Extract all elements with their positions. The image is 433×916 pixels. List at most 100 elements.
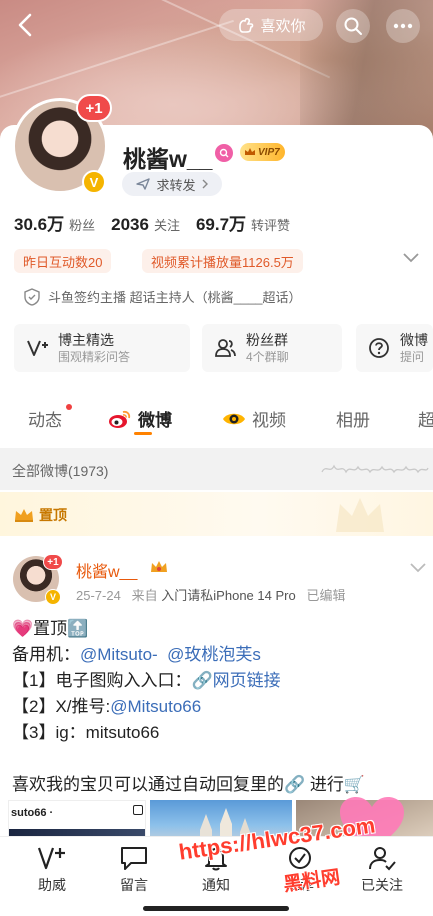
text-segment: 【2】X/推号: bbox=[12, 697, 111, 716]
nav-label: 通知 bbox=[202, 877, 230, 893]
back-button[interactable] bbox=[10, 10, 40, 40]
more-icon bbox=[393, 23, 413, 29]
post-meta: 25-7-24 来自 入门请私iPhone 14 Pro 已编辑 bbox=[76, 585, 346, 604]
shield-icon bbox=[24, 287, 40, 306]
cheer-button[interactable]: 助威 bbox=[22, 845, 82, 895]
profile-name: 桃酱w__ bbox=[123, 146, 213, 172]
verified-icon: V bbox=[82, 170, 106, 194]
post-from: 来自 bbox=[131, 588, 158, 603]
mention-link[interactable]: @Mitsuto- bbox=[80, 645, 158, 664]
feature-fan-groups[interactable]: 粉丝群 4个群聊 bbox=[202, 324, 342, 372]
following-count[interactable]: 2036 bbox=[111, 215, 149, 235]
user-check-icon bbox=[369, 847, 396, 871]
all-weibo-label: 全部微博(1973) bbox=[12, 463, 109, 479]
interactions-label[interactable]: 转评赞 bbox=[251, 215, 290, 234]
mention-link[interactable]: @Mitsuto66 bbox=[110, 697, 201, 716]
notification-dot bbox=[66, 404, 72, 410]
post-author[interactable]: 桃酱w__ bbox=[76, 558, 137, 582]
vip-badge[interactable]: VIP7 bbox=[240, 143, 285, 161]
thumb-caption: suto66 · bbox=[11, 807, 54, 819]
feature-weibo-qa[interactable]: 微博 提问 bbox=[356, 324, 433, 372]
feature-title: 博主精选 bbox=[58, 332, 114, 348]
forward-label: 求转发 bbox=[156, 177, 196, 193]
tab-album[interactable]: 相册 bbox=[336, 406, 370, 431]
tab-label: 视频 bbox=[252, 411, 286, 430]
post-line: 喜欢我的宝贝可以通过自动回复里的🔗 进行🛒 bbox=[12, 775, 366, 794]
active-tab-indicator bbox=[134, 432, 152, 435]
tab-dynamics[interactable]: 动态 bbox=[28, 406, 62, 431]
following-label[interactable]: 关注 bbox=[154, 215, 180, 234]
feature-blogger-picks[interactable]: 博主精选 围观精彩问答 bbox=[14, 324, 190, 372]
crown-watermark-icon bbox=[336, 498, 384, 532]
add-icon bbox=[133, 805, 143, 815]
profile-avatar[interactable]: +1 V bbox=[12, 94, 112, 194]
post-source[interactable]: 入门请私iPhone 14 Pro bbox=[161, 588, 295, 603]
top-bar: 喜欢你 bbox=[0, 0, 433, 52]
post-line: 备用机：@Mitsuto- @玫桃泡芙s bbox=[12, 642, 422, 668]
expand-chevron-icon[interactable] bbox=[402, 252, 420, 264]
tab-label: 微博 bbox=[138, 411, 172, 430]
daily-interaction-tag[interactable]: 昨日互动数20 bbox=[14, 249, 112, 273]
post-content: 💗置顶🔝 备用机：@Mitsuto- @玫桃泡芙s 【1】电子图购入入口：🔗网页… bbox=[12, 616, 422, 798]
post-avatar[interactable]: +1 V bbox=[13, 554, 63, 605]
send-icon bbox=[136, 178, 151, 190]
search-button[interactable] bbox=[336, 9, 370, 43]
tab-weibo[interactable]: 微博 bbox=[108, 406, 172, 431]
post-line: 💗置顶🔝 bbox=[12, 619, 89, 638]
chevron-right-icon bbox=[202, 179, 208, 189]
feature-title: 微博 bbox=[400, 332, 428, 348]
post-menu-chevron-icon[interactable] bbox=[409, 562, 427, 574]
pinned-label: 置顶 bbox=[39, 507, 67, 523]
sign-info[interactable]: 斗鱼签约主播 超话主持人（桃酱____超话） bbox=[24, 287, 302, 306]
weibo-logo-icon bbox=[109, 410, 131, 428]
fan-crown-icon bbox=[151, 561, 167, 572]
profile-stats: 30.6万 粉丝 2036 关注 69.7万 转评赞 bbox=[14, 210, 306, 235]
like-label: 喜欢你 bbox=[260, 17, 306, 35]
message-button[interactable]: 留言 bbox=[104, 845, 164, 895]
tab-label: 相册 bbox=[336, 411, 370, 430]
mention-link[interactable]: @玫桃泡芙s bbox=[167, 645, 261, 664]
home-indicator[interactable] bbox=[143, 906, 289, 911]
post-line: 【1】电子图购入入口：🔗网页链接 bbox=[12, 668, 422, 694]
feature-title: 粉丝群 bbox=[246, 332, 288, 348]
video-plays-tag[interactable]: 视频累计播放量1126.5万 bbox=[142, 249, 303, 273]
feature-subtitle: 提问 bbox=[400, 350, 425, 364]
hand-heart-icon bbox=[239, 17, 254, 33]
feature-subtitle: 围观精彩问答 bbox=[58, 350, 131, 364]
post-line: 【2】X/推号:@Mitsuto66 bbox=[12, 694, 422, 720]
verified-icon: V bbox=[45, 589, 61, 605]
post-line: 【3】ig：mitsuto66 bbox=[12, 723, 160, 742]
search-icon bbox=[344, 17, 362, 35]
pinned-header: 置顶 bbox=[0, 492, 433, 536]
crown-icon bbox=[15, 509, 33, 522]
nav-label: 留言 bbox=[120, 877, 148, 893]
fans-label[interactable]: 粉丝 bbox=[69, 215, 95, 234]
interactions-count[interactable]: 69.7万 bbox=[196, 210, 246, 235]
all-weibo-bar[interactable]: 全部微博(1973) bbox=[0, 448, 433, 490]
feature-subtitle: 4个群聊 bbox=[246, 350, 289, 364]
v-plus-icon bbox=[37, 847, 65, 870]
forward-request-button[interactable]: 求转发 bbox=[122, 172, 222, 196]
tab-video[interactable]: 视频 bbox=[222, 406, 286, 431]
more-button[interactable] bbox=[386, 9, 420, 43]
nav-label: 已关注 bbox=[361, 877, 403, 893]
following-status-button[interactable]: 已关注 bbox=[352, 845, 412, 895]
vip-label: VIP7 bbox=[258, 146, 280, 158]
crown-icon bbox=[245, 148, 255, 155]
handwriting-decoration-icon bbox=[321, 464, 429, 474]
chevron-left-icon bbox=[18, 13, 32, 37]
text-segment: 【1】电子图购入入口： bbox=[12, 671, 192, 690]
web-link[interactable]: 🔗网页链接 bbox=[191, 671, 280, 690]
post-edited: 已编辑 bbox=[306, 588, 346, 603]
group-icon bbox=[215, 339, 236, 357]
post-blank-line bbox=[12, 746, 422, 772]
plus-badge: +1 bbox=[43, 554, 63, 570]
chat-bubble-icon bbox=[121, 847, 147, 870]
profile-tabs: 动态 微博 视频 相册 超 bbox=[0, 394, 433, 442]
tab-super-topic[interactable]: 超 bbox=[418, 406, 433, 431]
tab-label: 动态 bbox=[28, 411, 62, 430]
fans-count[interactable]: 30.6万 bbox=[14, 210, 64, 235]
like-button[interactable]: 喜欢你 bbox=[219, 9, 323, 41]
text-segment: 备用机： bbox=[12, 645, 80, 664]
video-eye-icon bbox=[223, 413, 245, 424]
